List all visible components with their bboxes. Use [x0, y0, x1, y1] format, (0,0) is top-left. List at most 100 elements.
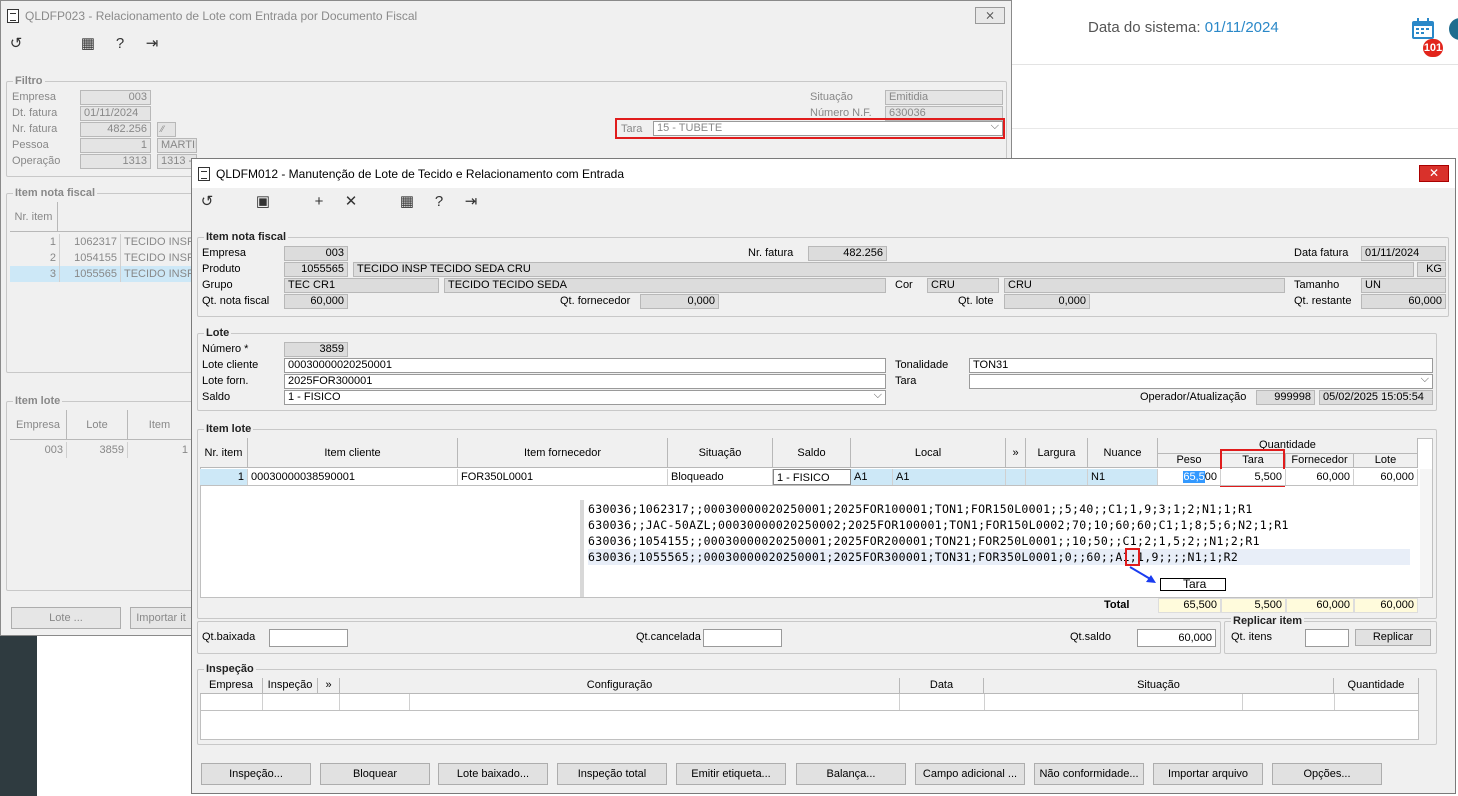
lote-baixado-button[interactable]: Lote baixado... [438, 763, 548, 785]
inspecao-total-button[interactable]: Inspeção total [557, 763, 667, 785]
cell-peso[interactable]: 65,500 [1158, 469, 1221, 485]
col-header-nr-item[interactable]: Nr. item [10, 202, 58, 232]
col-header-peso[interactable]: Peso [1158, 454, 1221, 468]
cell-saldo-select[interactable]: 1 - FISICO [773, 469, 851, 485]
help-icon[interactable]: ? [430, 193, 448, 211]
numero-field[interactable]: 3859 [284, 342, 348, 357]
qtcancelada-input[interactable] [703, 629, 782, 647]
campo-adicional-button[interactable]: Campo adicional ... [915, 763, 1025, 785]
tara-select[interactable]: 15 - TUBETE [653, 121, 1003, 136]
col-header-inspecao[interactable]: Inspeção [263, 678, 318, 694]
search-icon[interactable]: ⁄⁄ [157, 122, 176, 137]
qtbaixada-input[interactable] [269, 629, 348, 647]
col-header-local[interactable]: Local [851, 438, 1006, 468]
cell-nuance[interactable]: N1 [1088, 469, 1158, 485]
expand-columns-button[interactable]: » [1006, 438, 1026, 468]
col-header-empresa[interactable]: Empresa [10, 410, 67, 440]
exit-icon[interactable]: ⇥ [143, 35, 161, 53]
lotecliente-input[interactable]: 00030000020250001 [284, 358, 886, 373]
close-button[interactable]: ⨯ [975, 7, 1005, 24]
replicar-button[interactable]: Replicar [1355, 629, 1431, 646]
table-row-selected[interactable]: 3 1055565 TECIDO INSP T [10, 266, 192, 282]
cell-largura[interactable] [1026, 469, 1088, 485]
bloquear-button[interactable]: Bloquear [320, 763, 430, 785]
empresa-field[interactable]: 003 [284, 246, 348, 261]
empresa-label: Empresa [12, 91, 57, 103]
table-row-selected[interactable]: 1 00030000038590001 FOR350L0001 Bloquead… [200, 469, 1418, 486]
col-header-quantidade[interactable]: Quantidade [1334, 678, 1419, 694]
tara-select[interactable] [969, 374, 1433, 389]
table-row[interactable]: 1 1062317 TECIDO INSP N [10, 234, 192, 250]
cor-field[interactable]: CRU [927, 278, 999, 293]
add-icon[interactable]: + [310, 193, 328, 211]
lote-button[interactable]: Lote ... [11, 607, 121, 629]
table-row[interactable]: 2 1054155 TECIDO INSP N [10, 250, 192, 266]
help-icon[interactable]: ? [111, 35, 129, 53]
table-row[interactable]: 003 3859 1 [10, 442, 192, 458]
dtfatura-field[interactable]: 01/11/2024 [80, 106, 151, 121]
col-header-saldo[interactable]: Saldo [773, 438, 851, 468]
col-header-item[interactable]: Item [128, 410, 192, 440]
cell-empresa: 003 [10, 442, 67, 458]
delete-icon[interactable]: ✕ [342, 193, 360, 211]
tonalidade-input[interactable]: TON31 [969, 358, 1433, 373]
nrfatura-field[interactable]: 482.256 [808, 246, 887, 261]
datafatura-field[interactable]: 01/11/2024 [1361, 246, 1446, 261]
calendar-icon[interactable] [1411, 18, 1435, 40]
cell-item-cliente[interactable]: 00030000038590001 [248, 469, 458, 485]
close-button[interactable]: ✕ [1419, 165, 1449, 182]
col-header-largura[interactable]: Largura [1026, 438, 1088, 468]
window-titlebar[interactable]: QLDFM012 - Manutenção de Lote de Tecido … [192, 159, 1455, 188]
importar-button[interactable]: Importar it [130, 607, 192, 629]
col-header-configuracao[interactable]: Configuração [340, 678, 900, 694]
exit-icon[interactable]: ⇥ [462, 193, 480, 211]
cell-lote[interactable]: 60,000 [1354, 469, 1418, 485]
calendar-icon[interactable]: ▦ [79, 35, 97, 53]
scrollbar[interactable] [1420, 469, 1432, 597]
tamanho-field[interactable]: UN [1361, 278, 1446, 293]
qtsaldo-input[interactable]: 60,000 [1137, 629, 1216, 647]
inspecao-button[interactable]: Inspeção... [201, 763, 311, 785]
importar-arquivo-button[interactable]: Importar arquivo [1153, 763, 1263, 785]
col-header-item-cliente[interactable]: Item cliente [248, 438, 458, 468]
help-icon[interactable] [1449, 18, 1458, 40]
refresh-icon[interactable]: ↺ [198, 193, 216, 211]
opcoes-button[interactable]: Opções... [1272, 763, 1382, 785]
nrfatura-field[interactable]: 482.256 [80, 122, 151, 137]
arrow-icon [1129, 566, 1156, 583]
col-header-item-fornecedor[interactable]: Item fornecedor [458, 438, 668, 468]
balanca-button[interactable]: Balança... [796, 763, 906, 785]
col-header-lote[interactable]: Lote [67, 410, 128, 440]
cell-local-code[interactable]: A1 [851, 469, 893, 485]
highlight-semicolon [1125, 548, 1140, 566]
qtitens-input[interactable] [1305, 629, 1349, 647]
col-header-situacao[interactable]: Situação [668, 438, 773, 468]
col-header-data[interactable]: Data [900, 678, 984, 694]
loteforn-input[interactable]: 2025FOR300001 [284, 374, 886, 389]
window-titlebar[interactable]: QLDFP023 - Relacionamento de Lote com En… [1, 1, 1011, 30]
col-header-nr-item[interactable]: Nr. item [200, 438, 248, 468]
col-header-fornecedor[interactable]: Fornecedor [1286, 454, 1354, 468]
col-header-lote[interactable]: Lote [1354, 454, 1418, 468]
grupo-field[interactable]: TEC CR1 [284, 278, 439, 293]
pessoa-field[interactable]: 1 [80, 138, 151, 153]
produto-field[interactable]: 1055565 [284, 262, 348, 277]
cell-tara[interactable]: 5,500 [1221, 469, 1286, 485]
col-header-empresa[interactable]: Empresa [200, 678, 263, 694]
empresa-field[interactable]: 003 [80, 90, 151, 105]
col-header-situacao[interactable]: Situação [984, 678, 1334, 694]
calendar-icon[interactable]: ▦ [398, 193, 416, 211]
col-header-produto[interactable] [58, 202, 192, 232]
notification-badge[interactable]: 101 [1423, 39, 1443, 57]
saldo-select[interactable]: 1 - FISICO [284, 390, 886, 405]
nao-conformidade-button[interactable]: Não conformidade... [1034, 763, 1144, 785]
col-header-nuance[interactable]: Nuance [1088, 438, 1158, 468]
cell-fornecedor[interactable]: 60,000 [1286, 469, 1354, 485]
refresh-icon[interactable]: ↺ [7, 35, 25, 53]
table-row[interactable] [200, 694, 1419, 711]
emitir-etiqueta-button[interactable]: Emitir etiqueta... [676, 763, 786, 785]
cell-item-fornecedor[interactable]: FOR350L0001 [458, 469, 668, 485]
expand-columns-button[interactable]: » [318, 678, 340, 694]
operacao-field[interactable]: 1313 [80, 154, 151, 169]
save-icon[interactable]: ▣ [254, 193, 272, 211]
